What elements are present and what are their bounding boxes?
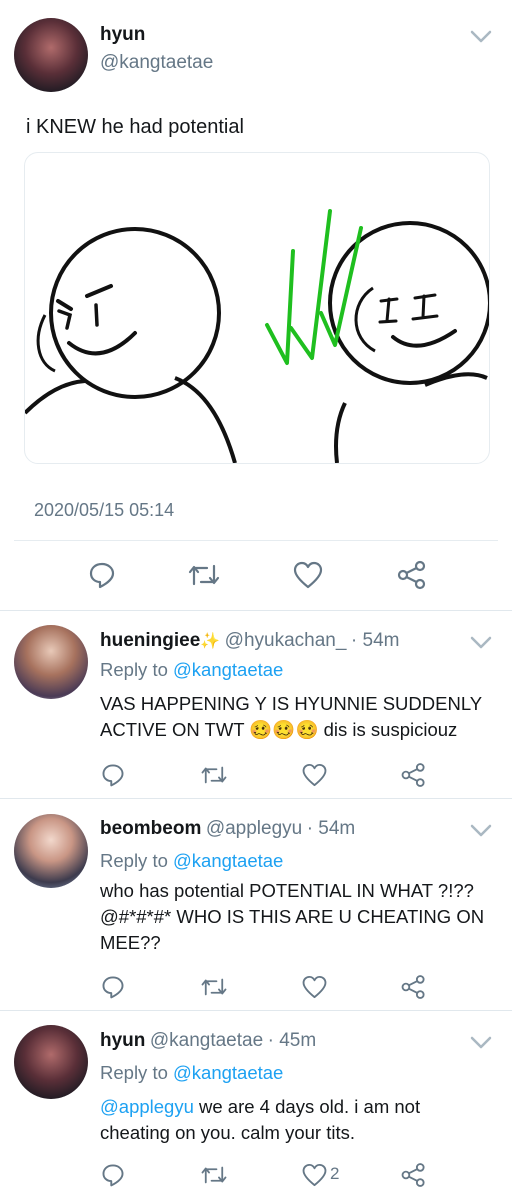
reply-avatar[interactable] xyxy=(14,625,88,699)
reply-icon[interactable] xyxy=(100,762,126,788)
tweet-timestamp: 2020/05/15 05:14 xyxy=(34,500,175,520)
reply-text: VAS HAPPENING Y IS HYUNNIE SUDDENLY ACTI… xyxy=(100,693,483,740)
reply-time: · 54m xyxy=(306,818,356,839)
sparkle-icon: ✨ xyxy=(200,633,221,650)
reply-author-name[interactable]: hueningiee xyxy=(100,630,200,651)
divider xyxy=(0,798,512,799)
like-icon[interactable] xyxy=(292,560,324,590)
retweet-icon[interactable] xyxy=(187,560,221,590)
share-icon[interactable] xyxy=(400,1162,427,1188)
divider xyxy=(14,540,498,541)
divider xyxy=(0,610,512,611)
retweet-icon[interactable] xyxy=(200,762,228,788)
reply-author-handle[interactable]: @kangtaetae xyxy=(150,1030,263,1051)
like-icon[interactable] xyxy=(301,974,328,1000)
reply-icon[interactable] xyxy=(100,1162,126,1188)
chevron-down-icon[interactable] xyxy=(470,30,492,44)
chevron-down-icon[interactable] xyxy=(470,824,492,838)
reply-to-link[interactable]: @kangtaetae xyxy=(173,850,283,871)
chevron-down-icon[interactable] xyxy=(470,636,492,650)
reply-avatar[interactable] xyxy=(14,814,88,888)
reply-author-handle[interactable]: @applegyu xyxy=(206,818,302,839)
reply-to-link[interactable]: @kangtaetae xyxy=(173,1062,283,1083)
divider xyxy=(0,1010,512,1011)
reply-author-name[interactable]: hyun xyxy=(100,1030,145,1051)
like-count: 2 xyxy=(330,1164,340,1183)
reply-text: who has potential POTENTIAL IN WHAT ?!??… xyxy=(100,880,485,953)
reply-author-name[interactable]: beombeom xyxy=(100,818,201,839)
retweet-icon[interactable] xyxy=(200,974,228,1000)
share-icon[interactable] xyxy=(400,762,427,788)
reply-header: hueningiee✨ @hyukachan_ · 54m xyxy=(100,630,399,652)
doodle-drawing xyxy=(25,209,489,463)
like-icon[interactable] xyxy=(301,762,328,788)
mention-link[interactable]: @applegyu xyxy=(100,1096,194,1117)
reply-to-link[interactable]: @kangtaetae xyxy=(173,659,283,680)
like-icon[interactable] xyxy=(301,1162,328,1188)
reply-header: hyun @kangtaetae · 45m xyxy=(100,1030,316,1052)
reply-icon[interactable] xyxy=(100,974,126,1000)
reply-time: · 45m xyxy=(267,1030,317,1051)
share-icon[interactable] xyxy=(396,560,428,590)
tweet-media[interactable] xyxy=(24,152,490,464)
reply-icon[interactable] xyxy=(87,560,117,590)
author-name[interactable]: hyun xyxy=(100,24,145,46)
retweet-icon[interactable] xyxy=(200,1162,228,1188)
chevron-down-icon[interactable] xyxy=(470,1036,492,1050)
reply-avatar[interactable] xyxy=(14,1025,88,1099)
author-avatar[interactable] xyxy=(14,18,88,92)
reply-to-line: Reply to @kangtaetae xyxy=(100,1062,284,1083)
author-handle[interactable]: @kangtaetae xyxy=(100,52,213,74)
reply-to-line: Reply to @kangtaetae xyxy=(100,850,284,871)
reply-to-line: Reply to @kangtaetae xyxy=(100,659,284,680)
share-icon[interactable] xyxy=(400,974,427,1000)
reply-author-handle[interactable]: @hyukachan_ xyxy=(225,630,347,651)
reply-text: @applegyu we are 4 days old. i am not ch… xyxy=(100,1096,421,1143)
woozy-emoji: 🥴🥴🥴 xyxy=(249,719,319,740)
tweet-text: i KNEW he had potential xyxy=(26,116,244,138)
reply-header: beombeom @applegyu · 54m xyxy=(100,818,355,840)
reply-time: · 54m xyxy=(350,630,400,651)
